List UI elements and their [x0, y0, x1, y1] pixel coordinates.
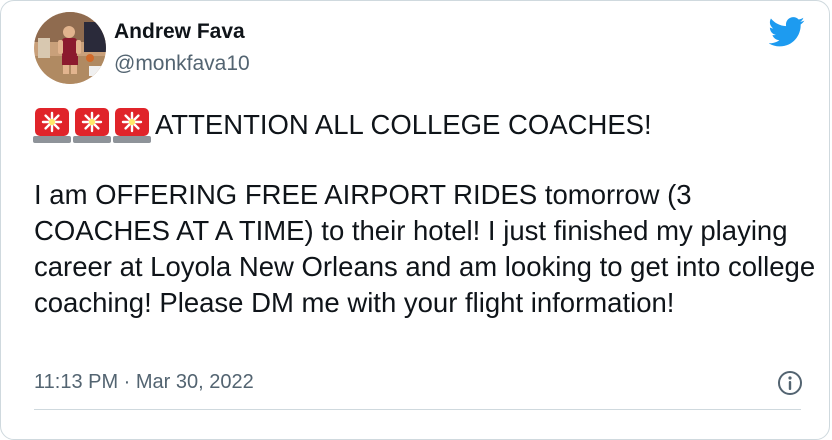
author-name[interactable]: Andrew Fava [114, 20, 245, 44]
headline-text: ATTENTION ALL COLLEGE COACHES! [155, 109, 652, 140]
info-icon[interactable] [777, 370, 803, 396]
tweet-body: I am OFFERING FREE AIRPORT RIDES tomorro… [34, 179, 816, 318]
avatar[interactable] [34, 12, 106, 84]
police-car-light-icon [33, 106, 71, 144]
tweet-headline: ATTENTION ALL COLLEGE COACHES! [33, 105, 652, 145]
author-handle[interactable]: @monkfava10 [114, 52, 250, 76]
divider [34, 409, 801, 410]
tweet-card: Andrew Fava @monkfava10 ATTENTION ALL CO… [0, 0, 830, 440]
police-car-light-icon [113, 106, 151, 144]
twitter-bird-icon[interactable] [768, 17, 805, 47]
tweet-timestamp[interactable]: 11:13 PM · Mar 30, 2022 [34, 371, 254, 394]
police-car-light-icon [73, 106, 111, 144]
